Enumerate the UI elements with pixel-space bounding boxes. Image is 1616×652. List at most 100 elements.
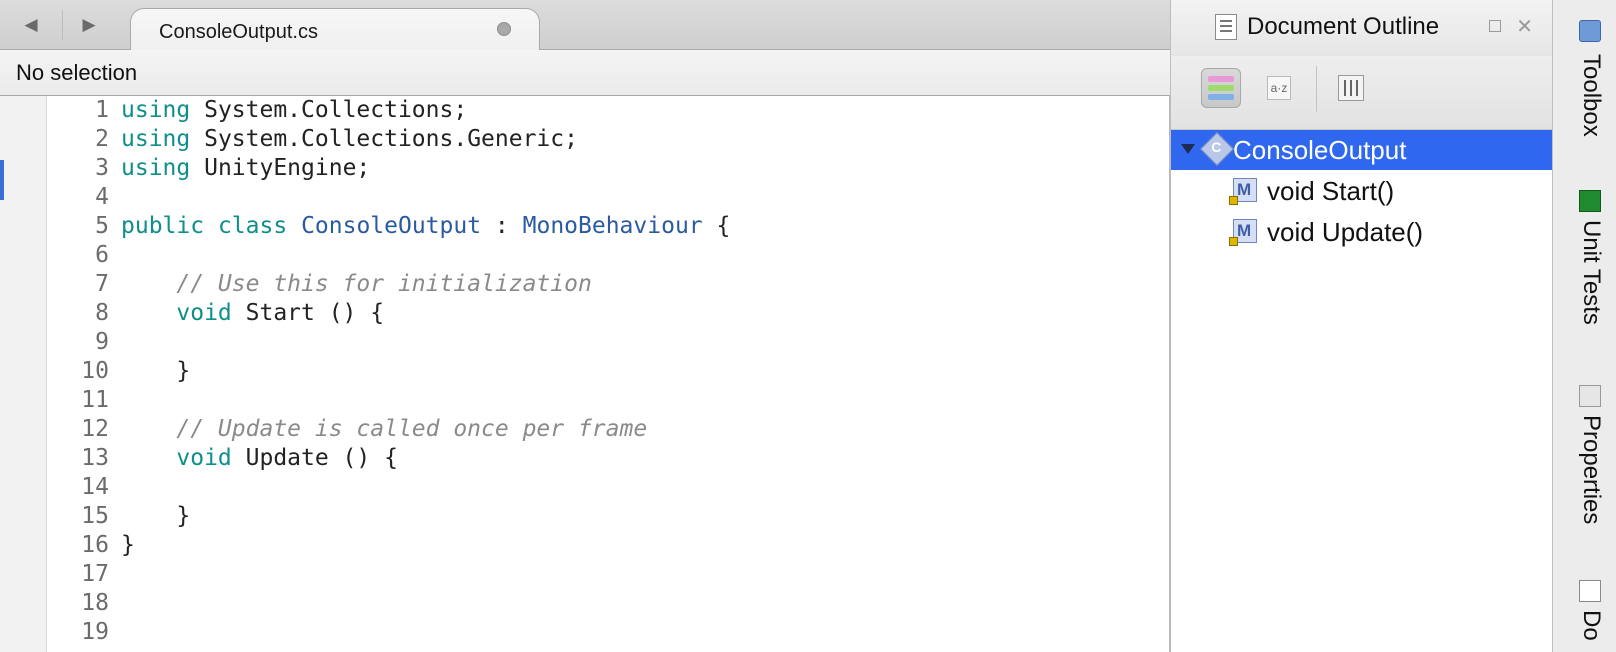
code-keyword: using [121,155,191,181]
line-number: 7 [95,271,109,297]
code-token: { [702,213,731,239]
line-number: 11 [81,387,109,413]
line-number: 6 [95,242,109,268]
code-line[interactable]: 15 } [47,502,190,531]
sliders-icon [1338,75,1364,101]
toolbar-divider [1316,66,1317,112]
close-icon[interactable]: ✕ [1516,14,1533,39]
code-line[interactable]: 4 [47,183,121,212]
code-token: Start () { [231,300,385,326]
code-text: using UnityEngine; [109,154,370,183]
dock-panel-icon[interactable] [1489,20,1501,32]
unit-tests-icon [1579,190,1601,212]
code-type: ConsoleOutput [301,213,482,239]
code-line[interactable]: 9 [47,328,121,357]
back-button[interactable]: ◀ [14,10,48,40]
gutter-marker [0,160,4,200]
code-line[interactable]: 5 public class ConsoleOutput : MonoBehavi… [47,212,730,241]
code-line[interactable]: 16} [47,531,135,560]
tree-item-method[interactable]: M void Start() [1171,171,1553,211]
code-keyword: public [121,213,205,239]
code-line[interactable]: 6 [47,241,121,270]
dock-item-unit-tests[interactable]: Unit Tests [1553,190,1616,350]
sort-alphabetically-button[interactable]: a·z [1259,68,1299,108]
code-line[interactable]: 10 } [47,357,190,386]
dock-item-toolbox[interactable]: Toolbox [1553,16,1616,166]
code-line[interactable]: 14 [47,473,121,502]
group-by-type-button[interactable] [1201,68,1241,108]
outline-toolbar: a·z [1171,56,1553,130]
code-token: UnityEngine; [190,155,371,181]
tree-item-method[interactable]: M void Update() [1171,212,1553,252]
tab-label: ConsoleOutput.cs [159,21,318,43]
line-number: 10 [81,358,109,384]
code-keyword: class [217,213,288,239]
tree-item-label: void Update() [1267,217,1424,247]
code-text: public class ConsoleOutput : MonoBehavio… [109,212,730,241]
code-line[interactable]: 18 [47,589,121,618]
class-icon: C [1200,132,1234,166]
line-number: 5 [95,213,109,239]
editor-pane: ◀ ▶ ConsoleOutput.cs No selection 1 using… [0,0,1170,652]
code-line[interactable]: 17 [47,560,121,589]
code-text: using System.Collections; [109,96,467,125]
properties-icon [1579,385,1601,407]
sort-az-icon: a·z [1266,76,1292,100]
code-text: using System.Collections.Generic; [109,125,578,154]
editor-gutter[interactable] [0,96,47,652]
line-number: 2 [95,126,109,152]
path-bar-label: No selection [16,60,138,85]
code-line[interactable]: 13 void Update () { [47,444,398,473]
line-number: 15 [81,503,109,529]
tree-item-class[interactable]: C ConsoleOutput [1171,130,1553,170]
line-number: 8 [95,300,109,326]
forward-button[interactable]: ▶ [72,10,106,40]
tab-close-dot-icon[interactable] [497,22,511,36]
dock-item-document-outline[interactable]: Do [1553,580,1616,652]
document-outline-icon [1579,580,1601,602]
code-token: } [121,503,191,529]
lock-icon [1229,237,1238,246]
code-line[interactable]: 19 [47,618,121,647]
code-line[interactable]: 8 void Start () { [47,299,384,328]
dock-item-properties[interactable]: Properties [1553,385,1616,545]
outline-preferences-button[interactable] [1331,68,1371,108]
dock-label: Do [1578,610,1605,641]
code-line[interactable]: 2 using System.Collections.Generic; [47,125,578,154]
code-keyword: void [176,300,232,326]
line-number: 13 [81,445,109,471]
code-text: void Start () { [109,299,384,328]
line-number: 3 [95,155,109,181]
colored-stripes-icon [1208,76,1234,100]
dock-label: Toolbox [1578,54,1605,137]
tab-bar: ◀ ▶ ConsoleOutput.cs [0,0,1170,51]
line-number: 12 [81,416,109,442]
code-text: // Use this for initialization [109,270,591,299]
code-area[interactable]: 1 using System.Collections; 2 using System.… [47,96,1169,652]
line-number: 17 [81,561,109,587]
code-comment: // Update is called once per frame [121,416,648,442]
chevron-left-icon: ◀ [24,15,38,34]
code-token: : [481,213,523,239]
tree-item-label: ConsoleOutput [1233,135,1407,165]
document-outline-panel: Document Outline ✕ a·z C ConsoleOutput M… [1170,0,1553,652]
chevron-right-icon: ▶ [82,15,96,34]
code-line[interactable]: 12 // Update is called once per frame [47,415,647,444]
line-number: 9 [95,329,109,355]
document-outline-icon [1215,14,1237,40]
path-bar[interactable]: No selection [0,50,1170,96]
code-line[interactable]: 11 [47,386,121,415]
code-line[interactable]: 1 using System.Collections; [47,96,467,125]
code-token: } [121,532,135,558]
code-keyword: using [121,97,191,123]
code-line[interactable]: 7 // Use this for initialization [47,270,592,299]
expand-triangle-icon[interactable] [1181,144,1195,154]
code-token: } [121,358,191,384]
code-token: Update () { [231,445,398,471]
code-line[interactable]: 3 using UnityEngine; [47,154,370,183]
line-number: 16 [81,532,109,558]
line-number: 19 [81,619,109,645]
tab-console-output[interactable]: ConsoleOutput.cs [130,8,540,51]
lock-icon [1229,196,1238,205]
